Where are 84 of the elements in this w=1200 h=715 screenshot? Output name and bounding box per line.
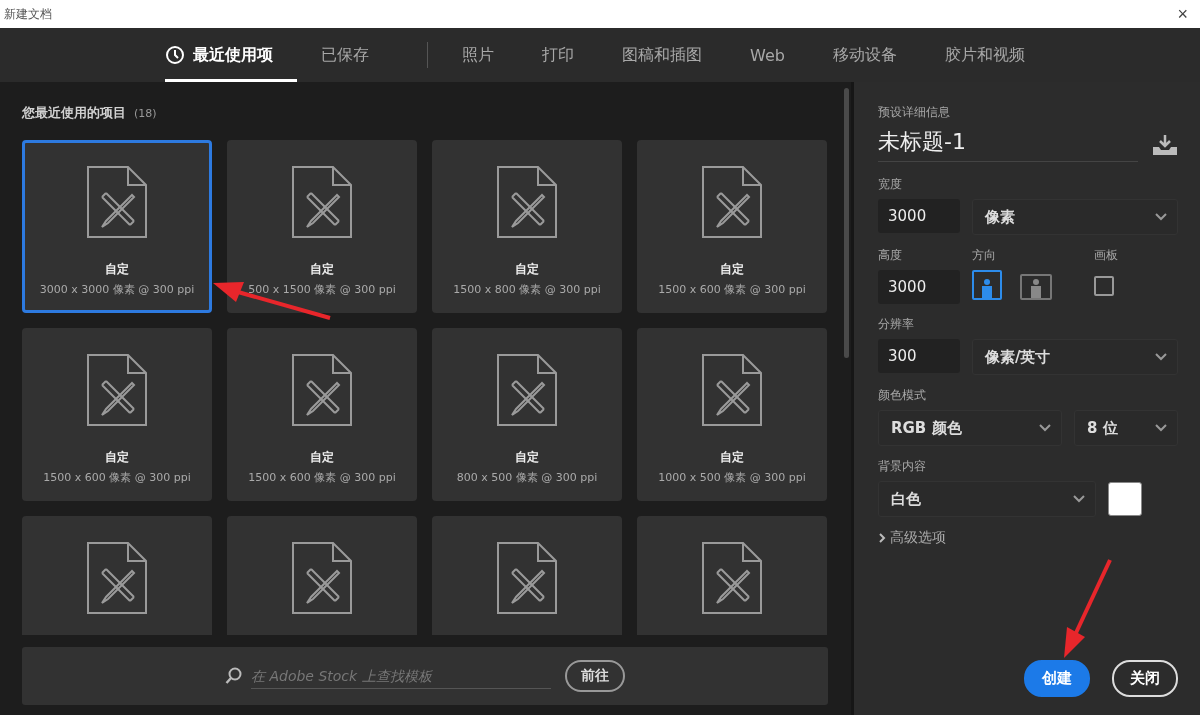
field-label: 分辨率 <box>878 316 915 333</box>
tab[interactable]: 移动设备 <box>832 28 921 82</box>
landscape-icon[interactable] <box>1020 274 1052 300</box>
card-size: 500 x 1500 像素 @ 300 ppi <box>248 282 396 297</box>
document-ruler-pencil-icon <box>496 165 558 239</box>
document-ruler-pencil-icon <box>496 541 558 615</box>
preset-card[interactable]: 自定 1500 x 600 像素 @ 300 ppi <box>227 328 417 501</box>
height-input[interactable]: 3000 <box>878 270 960 304</box>
preset-card[interactable]: 自定 1500 x 600 像素 @ 300 ppi <box>637 140 827 313</box>
document-name-field[interactable]: 未标题-1 <box>878 127 1138 162</box>
card-title: 自定 <box>105 449 129 466</box>
document-ruler-pencil-icon <box>701 353 763 427</box>
portrait-icon[interactable] <box>972 270 1002 300</box>
document-ruler-pencil-icon <box>701 541 763 615</box>
clock-icon <box>165 45 185 65</box>
window-title: 新建文档 <box>4 5 52 23</box>
color-swatch[interactable] <box>1108 482 1142 516</box>
chevron-right-icon <box>878 532 886 544</box>
card-size: 1500 x 600 像素 @ 300 ppi <box>658 282 806 297</box>
advanced-options-toggle[interactable]: 高级选项 <box>878 529 1178 547</box>
document-ruler-pencil-icon <box>291 541 353 615</box>
preset-card[interactable]: 自定 3000 x 3000 像素 @ 300 ppi <box>22 140 212 313</box>
close-button[interactable]: × <box>1173 3 1192 25</box>
tab[interactable]: 照片 <box>462 28 518 82</box>
card-title: 自定 <box>105 261 129 278</box>
artboard-checkbox[interactable] <box>1094 276 1114 296</box>
document-ruler-pencil-icon <box>86 353 148 427</box>
card-title: 自定 <box>310 261 334 278</box>
document-ruler-pencil-icon <box>86 165 148 239</box>
card-size: 1500 x 600 像素 @ 300 ppi <box>43 470 191 485</box>
preset-card[interactable]: 自定 500 x 1500 像素 @ 300 ppi <box>227 140 417 313</box>
unit-dropdown[interactable]: 像素/英寸 <box>972 339 1178 375</box>
search-field[interactable]: 在 Adobe Stock 上查找模板 <box>251 663 551 689</box>
card-title: 自定 <box>720 449 744 466</box>
card-size: 1000 x 500 像素 @ 300 ppi <box>658 470 806 485</box>
card-size: 1500 x 800 像素 @ 300 ppi <box>453 282 601 297</box>
field-label: 画板 <box>1094 247 1118 264</box>
field-label: 颜色模式 <box>878 387 927 404</box>
preset-card[interactable]: 自定 1000 x 500 像素 @ 300 ppi <box>637 328 827 501</box>
field-label: 高度 <box>878 247 903 264</box>
section-heading: 预设详细信息 <box>878 104 951 121</box>
bit-depth-dropdown[interactable]: 8 位 <box>1074 410 1178 446</box>
tab[interactable]: 胶片和视频 <box>944 28 1049 82</box>
field-label: 宽度 <box>878 176 903 193</box>
scrollbar[interactable] <box>844 88 849 358</box>
card-size: 1500 x 600 像素 @ 300 ppi <box>248 470 396 485</box>
tab[interactable]: 图稿和插图 <box>622 28 726 82</box>
tab[interactable]: 最近使用项 <box>165 28 297 82</box>
background-dropdown[interactable]: 白色 <box>878 481 1096 517</box>
field-label: 方向 <box>972 247 997 264</box>
card-title: 自定 <box>310 449 334 466</box>
save-preset-icon <box>1152 133 1178 156</box>
document-ruler-pencil-icon <box>86 541 148 615</box>
field-label: 背景内容 <box>878 458 927 475</box>
chevron-down-icon <box>1155 424 1167 432</box>
preset-card[interactable]: 自定 1500 x 800 像素 @ 300 ppi <box>432 140 622 313</box>
document-ruler-pencil-icon <box>291 165 353 239</box>
resolution-input[interactable]: 300 <box>878 339 960 373</box>
tab[interactable]: 打印 <box>542 28 598 82</box>
color-mode-dropdown[interactable]: RGB 颜色 <box>878 410 1062 446</box>
preset-card[interactable]: 自定 800 x 500 像素 @ 300 ppi <box>432 328 622 501</box>
item-count: (18) <box>134 106 157 120</box>
card-title: 自定 <box>515 449 539 466</box>
document-ruler-pencil-icon <box>701 165 763 239</box>
document-ruler-pencil-icon <box>291 353 353 427</box>
section-heading: 您最近使用的项目 <box>22 104 126 122</box>
document-ruler-pencil-icon <box>496 353 558 427</box>
card-title: 自定 <box>720 261 744 278</box>
width-input[interactable]: 3000 <box>878 199 960 233</box>
create-button[interactable]: 创建 <box>1024 660 1090 697</box>
card-title: 自定 <box>515 261 539 278</box>
tab[interactable]: Web <box>750 28 809 82</box>
chevron-down-icon <box>1155 213 1167 221</box>
go-button[interactable]: 前往 <box>565 660 625 692</box>
card-size: 3000 x 3000 像素 @ 300 ppi <box>39 282 195 297</box>
search-icon <box>225 667 243 685</box>
chevron-down-icon <box>1155 353 1167 361</box>
card-size: 800 x 500 像素 @ 300 ppi <box>456 470 598 485</box>
preset-card[interactable]: 自定 1500 x 600 像素 @ 300 ppi <box>22 328 212 501</box>
close-dialog-button[interactable]: 关闭 <box>1112 660 1178 697</box>
chevron-down-icon <box>1039 424 1051 432</box>
tab[interactable]: 已保存 <box>321 28 393 82</box>
unit-dropdown[interactable]: 像素 <box>972 199 1178 235</box>
chevron-down-icon <box>1073 495 1085 503</box>
